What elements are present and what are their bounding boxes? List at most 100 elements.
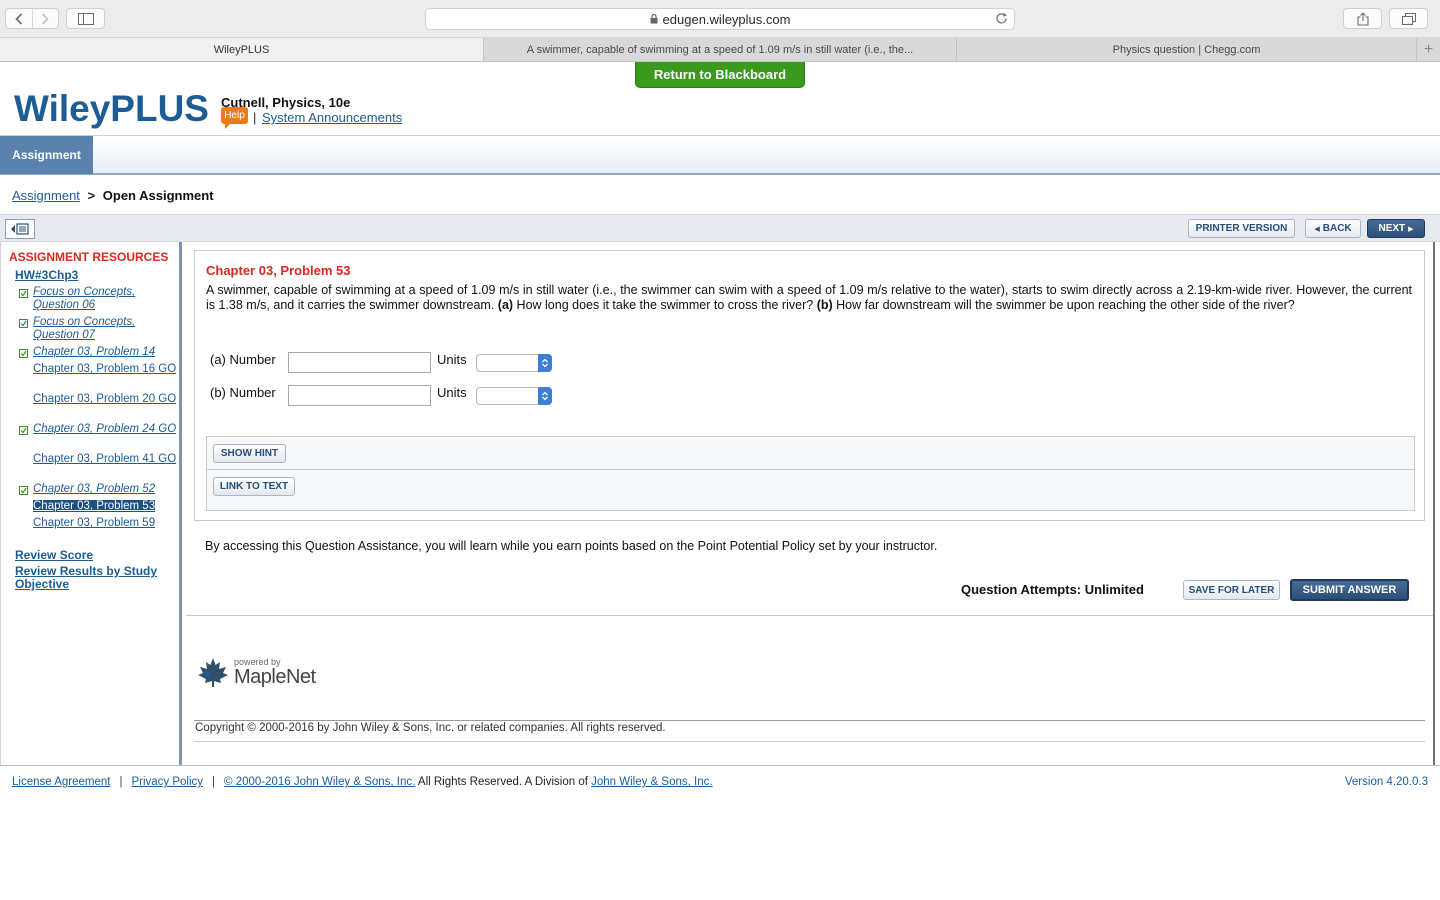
answer-b-number-input[interactable] [288,385,431,406]
main-nav-strip: Assignment [0,135,1440,175]
save-for-later-button[interactable]: SAVE FOR LATER [1183,580,1280,600]
show-tabs-icon[interactable] [1389,8,1428,29]
browser-toolbar: edugen.wileyplus.com [0,0,1440,38]
footer-copyright-link[interactable]: © 2000-2016 John Wiley & Sons, Inc. [224,776,415,788]
assignment-resources-panel: ASSIGNMENT RESOURCES HW#3Chp3 Focus on C… [0,242,182,766]
resource-item-current[interactable]: Chapter 03, Problem 53 [19,500,179,517]
header-separator: | [253,110,257,125]
check-icon [19,486,28,495]
hw-assignment-link[interactable]: HW#3Chp3 [15,268,78,282]
footer-separator: | [119,776,123,788]
resource-item[interactable]: Chapter 03, Problem 24 GO [19,423,179,453]
link-to-text-button[interactable]: LINK TO TEXT [213,477,295,496]
answer-b-units-label: Units [437,385,467,400]
wileyplus-logo[interactable]: WileyPLUS [14,88,209,130]
resource-item[interactable]: Chapter 03, Problem 52 [19,483,179,500]
resource-item-label: Chapter 03, Problem 16 GO [33,363,177,375]
resource-item[interactable]: Chapter 03, Problem 20 GO [19,393,179,423]
back-button-label: BACK [1322,223,1352,234]
check-icon [19,319,28,328]
next-button-label: NEXT [1378,223,1406,234]
version-text: Version 4.20.0.3 [1344,776,1428,788]
resource-item-label: Focus on Concepts, Question 06 [33,286,136,311]
maplenet-text: MapleNet [234,666,316,688]
resource-item[interactable]: Chapter 03, Problem 14 [19,346,179,363]
browser-tab-bar: WileyPLUS A swimmer, capable of swimming… [0,38,1440,62]
check-icon [19,289,28,298]
review-score-link[interactable]: Review Score [15,548,93,562]
breadcrumb-assignment-link[interactable]: Assignment [12,188,80,203]
copyright-divider [194,720,1425,721]
answer-a-number-input[interactable] [288,352,431,373]
resource-item-label: Chapter 03, Problem 24 GO [33,423,177,435]
resource-item[interactable]: Chapter 03, Problem 16 GO [19,363,179,393]
question-title: Chapter 03, Problem 53 [206,263,351,278]
system-announcements-link[interactable]: System Announcements [262,110,402,125]
answer-b-label: (b) Number [210,385,276,400]
answer-a-label: (a) Number [210,352,276,367]
next-button[interactable]: NEXT ▶ [1367,219,1425,238]
resources-title: ASSIGNMENT RESOURCES [9,250,169,264]
hint-box: SHOW HINT LINK TO TEXT [206,436,1415,511]
reload-icon[interactable] [995,12,1008,25]
share-icon[interactable] [1343,8,1382,29]
breadcrumb-separator: > [87,188,96,203]
resource-item[interactable]: Chapter 03, Problem 59 [19,517,179,534]
resource-item[interactable]: Chapter 03, Problem 41 GO [19,453,179,483]
resource-item[interactable]: Focus on Concepts, Question 06 [19,286,179,316]
url-text: edugen.wileyplus.com [662,11,791,27]
maplenet-logo: powered by MapleNet [196,656,316,688]
return-to-blackboard-button[interactable]: Return to Blackboard [635,62,805,88]
sidebar-toggle-icon[interactable] [66,8,105,29]
breadcrumb: Assignment > Open Assignment [12,188,214,203]
part-a-text: How long does it take the swimmer to cro… [516,298,814,312]
privacy-policy-link[interactable]: Privacy Policy [131,776,203,788]
breadcrumb-current: Open Assignment [102,188,214,203]
copyright-text: Copyright © 2000-2016 by John Wiley & So… [195,722,666,734]
part-a-marker: (a) [497,298,514,312]
browser-nav-group [5,8,59,29]
tab-assignment[interactable]: Assignment [0,136,93,174]
back-button[interactable]: ◀ BACK [1305,219,1361,238]
resource-list: Focus on Concepts, Question 06 Focus on … [19,286,179,534]
browser-tab-wileyplus[interactable]: WileyPLUS [0,38,484,61]
lock-icon [650,14,658,24]
assignment-action-bar: PRINTER VERSION ◀ BACK NEXT ▶ [0,214,1440,242]
select-arrows-icon [538,387,552,405]
resource-item-label: Chapter 03, Problem 20 GO [33,393,177,405]
show-hint-button[interactable]: SHOW HINT [213,444,286,463]
answer-b-units-select[interactable] [476,387,552,405]
resource-item-label: Chapter 03, Problem 52 [33,483,156,495]
license-agreement-link[interactable]: License Agreement [12,776,110,788]
browser-tab-question[interactable]: A swimmer, capable of swimming at a spee… [484,38,957,61]
question-attempts: Question Attempts: Unlimited [961,582,1144,597]
back-arrow-icon[interactable] [6,9,32,28]
submit-answer-button[interactable]: SUBMIT ANSWER [1290,579,1409,601]
part-b-marker: (b) [816,298,833,312]
question-box: Chapter 03, Problem 53 A swimmer, capabl… [194,250,1425,521]
part-b-text: How far downstream will the swimmer be u… [836,298,1295,312]
collapse-sidebar-icon[interactable] [5,219,35,239]
back-caret-icon: ◀ [1314,225,1320,233]
policy-text: By accessing this Question Assistance, y… [205,539,938,553]
help-button[interactable]: Help [221,107,248,129]
footer-separator: | [212,776,216,788]
question-text: A swimmer, capable of swimming at a spee… [206,283,1412,313]
check-icon [19,426,28,435]
forward-arrow-icon[interactable] [31,9,59,28]
new-tab-button[interactable]: + [1417,38,1440,61]
printer-version-button[interactable]: PRINTER VERSION [1188,219,1295,238]
wiley-division-link[interactable]: John Wiley & Sons, Inc. [591,776,712,788]
answer-a-units-select[interactable] [476,354,552,372]
resource-item[interactable]: Focus on Concepts, Question 07 [19,316,179,346]
url-bar[interactable]: edugen.wileyplus.com [425,8,1015,30]
page-bottom-border [0,765,1440,766]
browser-tab-chegg[interactable]: Physics question | Chegg.com [957,38,1417,61]
maple-leaf-icon [198,658,228,687]
resource-item-label: Focus on Concepts, Question 07 [33,316,136,341]
hint-divider [207,469,1414,470]
check-icon [19,349,28,358]
resource-item-label: Chapter 03, Problem 53 [33,500,156,512]
review-results-link[interactable]: Review Results by Study Objective [15,565,180,591]
question-panel: Chapter 03, Problem 53 A swimmer, capabl… [186,242,1435,766]
